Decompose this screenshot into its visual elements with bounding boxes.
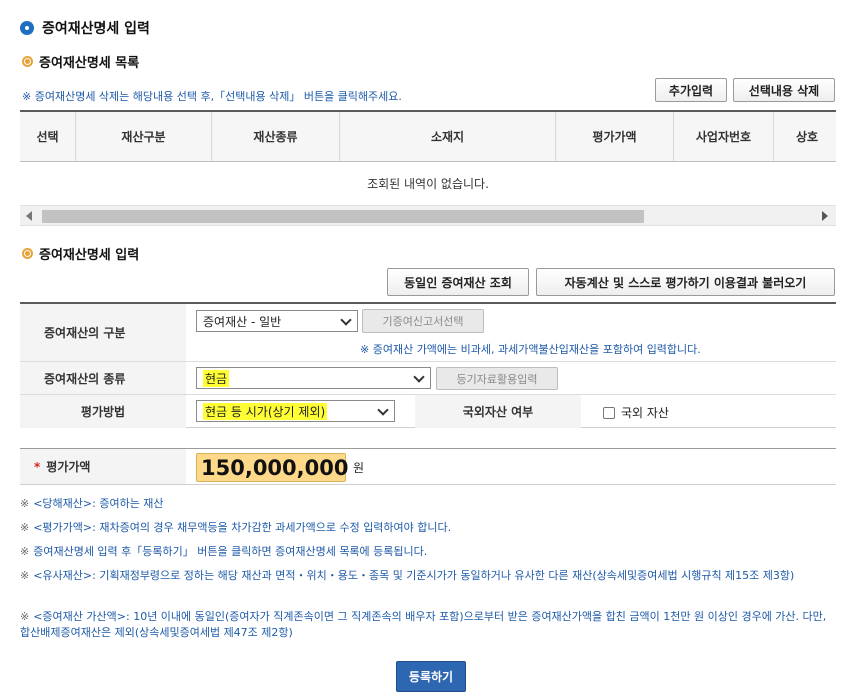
category-note: ※ 증여재산 가액에는 비과세, 과세가액불산입재산을 포함하여 입력합니다. [360,343,701,356]
chevron-down-icon [413,371,425,383]
note-item: ※ <증여재산 가산액>: 10년 이내에 동일인(증여자가 직계존속이면 그 직… [20,609,835,641]
circle-bullet-icon [20,21,34,35]
scrollbar-thumb[interactable] [42,210,644,223]
prior-report-select-button[interactable]: 기증여신고서선택 [362,309,484,333]
scroll-left-icon[interactable] [26,211,32,221]
note-mark: ※ [20,497,30,510]
add-input-button[interactable]: 추가입력 [655,78,727,102]
amount-input[interactable]: 150,000,000 [196,453,348,482]
category-label: 증여재산의 구분 [20,304,186,361]
form-row-amount: * 평가가액 150,000,000 원 [20,448,836,485]
note-item: ※ 증여재산명세 입력 후「등록하기」 버튼을 클릭하면 증여재산명세 목록에 등… [20,544,830,560]
method-selected-value: 현금 등 시가(상기 제외) [203,402,328,420]
input-section-title-text: 증여재산명세 입력 [39,248,140,263]
note-item: ※ <유사재산>: 기획재정부령으로 정하는 해당 재산과 면적・위치・용도・종목… [20,568,835,584]
chevron-down-icon [340,314,352,326]
column-header-value: 평가가액 [556,112,674,161]
list-section-title-text: 증여재산명세 목록 [39,56,140,71]
amount-label-text: 평가가액 [46,460,91,474]
note-mark: ※ [20,610,30,623]
category-select[interactable]: 증여재산 - 일반 [196,310,358,332]
amount-label: * 평가가액 [20,449,186,484]
type-label: 증여재산의 종류 [20,362,186,394]
note-item: ※ <당해재산>: 증여하는 재산 [20,496,830,512]
registry-data-input-button[interactable]: 등기자료활용입력 [436,367,558,390]
form-row-method: 평가방법 현금 등 시가(상기 제외) 국외자산 여부 국외 자산 [20,395,836,428]
orange-bullet-icon [22,248,33,259]
orange-bullet-icon [22,56,33,67]
register-button[interactable]: 등록하기 [396,661,466,692]
input-form-table: 증여재산의 구분 증여재산 - 일반 기증여신고서선택 ※ 증여재산 가액에는 … [20,302,836,428]
input-section-title: 증여재산명세 입력 [22,244,139,263]
list-section-title: 증여재산명세 목록 [22,52,139,71]
column-header-type: 재산종류 [212,112,340,161]
list-table-header: 선택 재산구분 재산종류 소재지 평가가액 사업자번호 상호 [20,110,836,162]
chevron-down-icon [377,404,389,416]
column-header-select: 선택 [20,112,76,161]
amount-unit: 원 [353,461,365,475]
foreign-asset-label: 국외자산 여부 [415,395,581,428]
load-results-button[interactable]: 자동계산 및 스스로 평가하기 이용결과 불러오기 [536,268,835,296]
page-title-bar: 증여재산명세 입력 [20,17,150,39]
note-mark: ※ [20,545,30,558]
delete-selected-button[interactable]: 선택내용 삭제 [733,78,835,102]
category-selected-value: 증여재산 - 일반 [203,314,282,329]
method-select[interactable]: 현금 등 시가(상기 제외) [196,400,395,422]
column-header-location: 소재지 [340,112,556,161]
note-text: <평가가액>: 재차증여의 경우 채무액등을 차가감한 과세가액으로 수정 입력… [33,521,452,534]
method-label: 평가방법 [20,395,186,428]
foreign-asset-checkbox-label: 국외 자산 [621,406,669,420]
foreign-asset-option[interactable]: 국외 자산 [603,404,669,421]
note-mark: ※ [20,521,30,534]
note-text: <증여재산 가산액>: 10년 이내에 동일인(증여자가 직계존속이면 그 직계… [20,610,827,639]
note-text: <당해재산>: 증여하는 재산 [33,497,164,510]
type-select[interactable]: 현금 [196,367,431,389]
same-person-lookup-button[interactable]: 동일인 증여재산 조회 [387,268,529,296]
page-title: 증여재산명세 입력 [42,21,150,37]
horizontal-scrollbar[interactable] [20,205,836,226]
note-text: 증여재산명세 입력 후「등록하기」 버튼을 클릭하면 증여재산명세 목록에 등록… [33,545,428,558]
form-row-type: 증여재산의 종류 현금 등기자료활용입력 [20,362,836,395]
required-mark: * [34,459,41,474]
scroll-right-icon[interactable] [822,211,828,221]
note-item: ※ <평가가액>: 재차증여의 경우 채무액등을 차가감한 과세가액으로 수정 입… [20,520,830,536]
note-text: <유사재산>: 기획재정부령으로 정하는 해당 재산과 면적・위치・용도・종목 … [33,569,795,582]
column-header-category: 재산구분 [76,112,212,161]
type-selected-value: 현금 [203,369,230,387]
delete-notice: ※ 증여재산명세 삭제는 해당내용 선택 후,「선택내용 삭제」 버튼을 클릭해… [22,90,402,103]
column-header-company: 상호 [796,130,819,144]
empty-list-message: 조회된 내역이 없습니다. [367,176,489,191]
form-row-category: 증여재산의 구분 증여재산 - 일반 기증여신고서선택 ※ 증여재산 가액에는 … [20,304,836,362]
note-mark: ※ [20,569,30,582]
foreign-asset-checkbox[interactable] [603,406,615,419]
column-header-business-no: 사업자번호 [674,112,774,161]
